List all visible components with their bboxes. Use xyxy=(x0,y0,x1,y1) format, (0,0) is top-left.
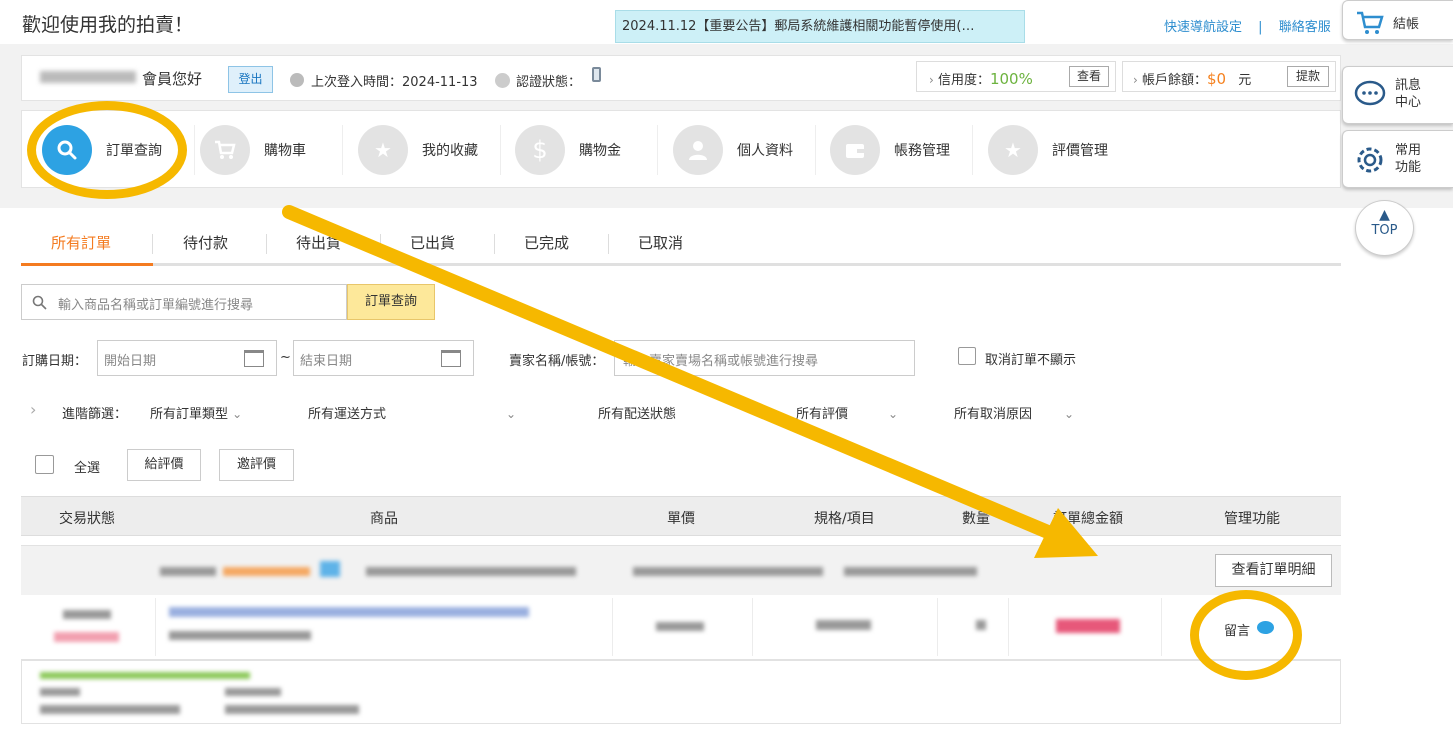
annotation-arrow xyxy=(282,205,1098,558)
